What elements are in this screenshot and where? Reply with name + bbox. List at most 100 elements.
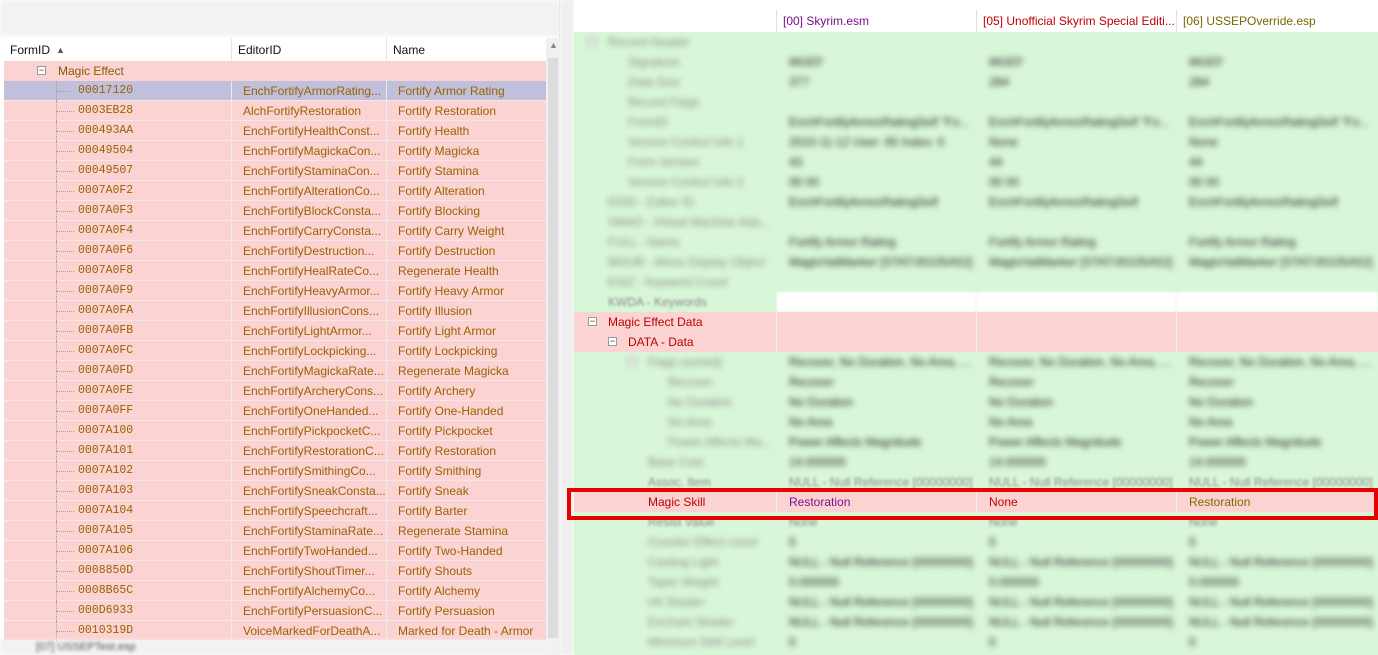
field-value-cell[interactable]: EnchFortifyArmorRatingSelf "Fo... [977,112,1177,132]
record-field-row[interactable]: Resist Value None None None [574,512,1378,532]
field-value-cell[interactable]: NULL - Null Reference [00000000] [1177,612,1378,632]
column-header-name[interactable]: Name [387,38,546,62]
record-field-row[interactable]: Form Version 43 44 44 [574,152,1378,172]
scroll-up-icon[interactable]: ▲ [549,40,558,50]
table-row[interactable]: 0007A0FA EnchFortifyIllusionCons... Fortif… [4,301,546,321]
table-row[interactable]: 00049507 EnchFortifyStaminaCon... Fortify … [4,161,546,181]
field-value-cell[interactable]: None [777,512,977,532]
field-value-cell[interactable]: NULL - Null Reference [00000000] [1177,592,1378,612]
field-value-cell[interactable]: No Duration [1177,392,1378,412]
record-view-pane[interactable]: [00] Skyrim.esm [05] Unofficial Skyrim S… [574,0,1378,655]
record-field-row[interactable]: Minimum Skill Level 0 0 0 [574,632,1378,652]
column-header-ussep[interactable]: [05] Unofficial Skyrim Special Editi... [977,10,1177,32]
field-value-cell[interactable]: NULL - Null Reference [00000000] [977,552,1177,572]
field-value-cell[interactable]: 43 [777,152,977,172]
collapse-icon[interactable]: − [588,37,597,46]
record-field-row[interactable]: No Area No Area No Area No Area [574,412,1378,432]
table-row[interactable]: 0007A101 EnchFortifyRestorationC... Fortif… [4,441,546,461]
record-tree-pane[interactable]: FormID ▲ EditorID Name − Magic Effect 000… [0,0,560,655]
record-field-row[interactable]: Data Size 377 284 284 [574,72,1378,92]
field-value-cell[interactable]: 2010-11-12 User: 65 Index: 0 [777,132,977,152]
table-row[interactable]: 0007A0F6 EnchFortifyDestruction... Fortify… [4,241,546,261]
record-field-row[interactable]: EDID - Editor ID EnchFortifyArmorRatingSe… [574,192,1378,212]
pane-splitter[interactable] [560,0,574,655]
field-value-cell[interactable]: NULL - Null Reference [00000000] [977,612,1177,632]
column-header-editorid[interactable]: EditorID [232,38,387,62]
collapse-icon[interactable]: − [37,66,46,75]
record-field-row-data[interactable]: − DATA - Data [574,332,1378,352]
field-value-cell[interactable]: Recover [777,372,977,392]
table-row[interactable]: 0007A0F3 EnchFortifyBlockConsta... Fortify… [4,201,546,221]
field-value-cell[interactable]: 284 [977,72,1177,92]
field-value-cell[interactable]: No Duration [977,392,1177,412]
field-value-cell[interactable]: 0 [977,532,1177,552]
field-value-cell[interactable]: None [1177,132,1378,152]
record-field-row[interactable]: Version Control Info 1 2010-11-12 User: 6… [574,132,1378,152]
tree-item-ussep-test[interactable]: [07] USSEPTest.esp [0,640,560,655]
field-value-cell[interactable]: 00 00 [977,172,1177,192]
field-value-cell[interactable]: NULL - Null Reference [00000000] [1177,552,1378,572]
record-field-row[interactable]: Casting Light NULL - Null Reference [0000… [574,552,1378,572]
collapse-icon[interactable]: − [628,357,637,366]
field-value-cell[interactable]: MagicHatMarker [STAT:00105A52] [977,252,1177,272]
field-value-cell[interactable]: Restoration [777,492,977,512]
record-field-row[interactable]: Recover Recover Recover Recover [574,372,1378,392]
field-value-cell[interactable]: NULL - Null Reference [00000000] [777,552,977,572]
field-value-cell[interactable]: None [977,132,1177,152]
field-value-cell[interactable] [977,92,1177,112]
field-value-cell[interactable]: 0.000000 [1177,572,1378,592]
field-value-cell[interactable]: None [977,492,1177,512]
tree-group-magic-effect[interactable]: − Magic Effect [4,61,546,81]
table-row[interactable]: 0010319D VoiceMarkedForDeathA... Marked fo… [4,621,546,641]
record-field-row-kwda[interactable]: KWDA - Keywords [574,292,1378,312]
field-value-cell[interactable]: 0 [977,632,1177,652]
field-value-cell[interactable]: MGEF [1177,52,1378,72]
field-value-cell[interactable]: 14.000000 [1177,452,1378,472]
record-field-row[interactable]: Taper Weight 0.000000 0.000000 0.000000 [574,572,1378,592]
table-row[interactable]: 0008B65C EnchFortifyAlchemyCo... Fortify A… [4,581,546,601]
field-value-cell[interactable]: EnchFortifyArmorRatingSelf [1177,192,1378,212]
field-value-cell[interactable]: 44 [1177,152,1378,172]
field-value-cell[interactable] [977,272,1177,292]
table-row[interactable]: 0007A0F4 EnchFortifyCarryConsta... Fortify… [4,221,546,241]
table-row[interactable]: 0007A104 EnchFortifySpeechcraft... Fortify… [4,501,546,521]
field-value-cell[interactable]: NULL - Null Reference [00000000] [1177,472,1378,492]
table-row[interactable]: 0007A0FC EnchFortifyLockpicking... Fortify… [4,341,546,361]
record-field-row[interactable]: − Flags (sorted) Recover, No Duration, No … [574,352,1378,372]
table-row[interactable]: 00049504 EnchFortifyMagickaCon... Fortify … [4,141,546,161]
field-value-cell[interactable] [1177,272,1378,292]
record-field-row-magic-effect-data[interactable]: − Magic Effect Data [574,312,1378,332]
collapse-icon[interactable]: − [588,317,597,326]
field-value-cell[interactable] [1177,92,1378,112]
field-value-cell[interactable]: 0 [777,532,977,552]
field-value-cell[interactable]: None [1177,512,1378,532]
table-row[interactable]: 0007A100 EnchFortifyPickpocketC... Fortify… [4,421,546,441]
record-field-row[interactable]: Hit Shader NULL - Null Reference [0000000… [574,592,1378,612]
field-value-cell[interactable] [1177,32,1378,52]
field-value-cell[interactable]: 0.000000 [777,572,977,592]
left-vertical-scrollbar[interactable]: ▲ [546,38,560,655]
table-row[interactable]: 0008850D EnchFortifyShoutTimer... Fortify … [4,561,546,581]
table-row[interactable]: 0007A106 EnchFortifyTwoHanded... Fortify T… [4,541,546,561]
field-value-cell[interactable] [777,92,977,112]
table-row[interactable]: 0007A105 EnchFortifyStaminaRate... Regener… [4,521,546,541]
table-row[interactable]: 00017120 EnchFortifyArmorRating... Fortify… [4,81,546,101]
table-row[interactable]: 0007A0F8 EnchFortifyHealRateCo... Regenera… [4,261,546,281]
field-value-cell[interactable]: 0.000000 [977,572,1177,592]
record-field-row[interactable]: Base Cost 14.000000 14.000000 14.000000 [574,452,1378,472]
field-value-cell[interactable] [777,32,977,52]
field-value-cell[interactable]: MGEF [977,52,1177,72]
table-row[interactable]: 000493AA EnchFortifyHealthConst... Fortify… [4,121,546,141]
field-value-cell[interactable]: Fortify Armor Rating [977,232,1177,252]
field-value-cell[interactable]: MagicHatMarker [STAT:00105A52] [777,252,977,272]
record-field-row[interactable]: VMAD - Virtual Machine Ada... [574,212,1378,232]
table-row[interactable]: 0007A0FD EnchFortifyMagickaRate... Regener… [4,361,546,381]
field-value-cell[interactable]: EnchFortifyArmorRatingSelf [977,192,1177,212]
field-value-cell[interactable]: 00 00 [777,172,977,192]
record-field-row[interactable]: MDOB - Menu Display Object MagicHatMarker… [574,252,1378,272]
record-field-row[interactable]: Signature MGEF MGEF MGEF [574,52,1378,72]
field-value-cell[interactable]: Recover [977,372,1177,392]
field-value-cell[interactable]: Power Affects Magnitude [977,432,1177,452]
record-field-row[interactable]: Counter Effect count 0 0 0 [574,532,1378,552]
field-value-cell[interactable]: Recover [1177,372,1378,392]
